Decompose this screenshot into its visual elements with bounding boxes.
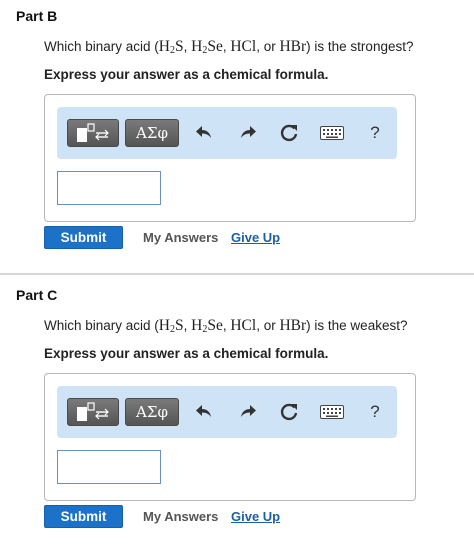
reset-icon[interactable] <box>277 400 301 424</box>
section-divider <box>0 273 474 275</box>
part-c-answer-box: ΑΣφ ? <box>44 373 416 501</box>
part-c-question: Which binary acid (H2S, H2Se, HCl, or HB… <box>44 317 408 335</box>
template-icon <box>77 123 109 142</box>
part-b-answer-box: ΑΣφ ? <box>44 94 416 222</box>
symbols-button[interactable]: ΑΣφ <box>125 398 179 426</box>
undo-icon[interactable] <box>193 121 217 145</box>
template-button[interactable] <box>67 119 119 147</box>
redo-icon[interactable] <box>235 400 259 424</box>
part-b-question: Which binary acid (H2S, H2Se, HCl, or HB… <box>44 38 414 56</box>
part-c-my-answers-link[interactable]: My Answers <box>143 509 218 524</box>
part-b-give-up-link[interactable]: Give Up <box>231 230 280 245</box>
template-button[interactable] <box>67 398 119 426</box>
part-b-answer-input[interactable] <box>57 171 161 205</box>
keyboard-icon[interactable] <box>319 400 345 424</box>
part-c-give-up-link[interactable]: Give Up <box>231 509 280 524</box>
part-b-submit-button[interactable]: Submit <box>44 226 123 249</box>
part-c-title: Part C <box>16 287 58 303</box>
part-b-my-answers-link[interactable]: My Answers <box>143 230 218 245</box>
help-icon[interactable]: ? <box>363 121 387 145</box>
reset-icon[interactable] <box>277 121 301 145</box>
symbols-button[interactable]: ΑΣφ <box>125 119 179 147</box>
keyboard-icon[interactable] <box>319 121 345 145</box>
undo-icon[interactable] <box>193 400 217 424</box>
part-c-math-toolbar: ΑΣφ ? <box>57 386 397 438</box>
part-b-title: Part B <box>16 8 58 24</box>
template-icon <box>77 402 109 421</box>
part-b-instruction: Express your answer as a chemical formul… <box>44 67 329 82</box>
part-c-instruction: Express your answer as a chemical formul… <box>44 346 329 361</box>
part-b-math-toolbar: ΑΣφ ? <box>57 107 397 159</box>
help-icon[interactable]: ? <box>363 400 387 424</box>
part-c-answer-input[interactable] <box>57 450 161 484</box>
redo-icon[interactable] <box>235 121 259 145</box>
part-c-submit-button[interactable]: Submit <box>44 505 123 528</box>
